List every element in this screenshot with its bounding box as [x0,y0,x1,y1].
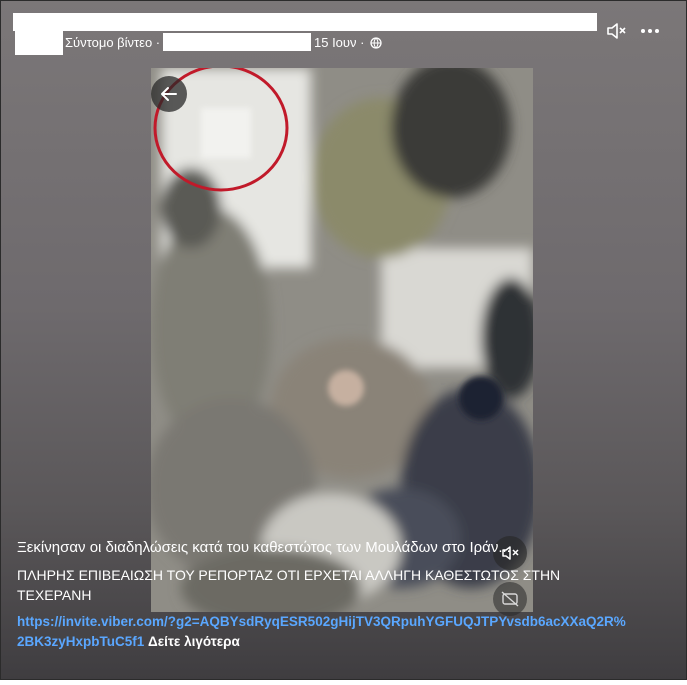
redacted-author-name [163,33,311,51]
redacted-header-bar [13,13,597,31]
globe-icon [370,37,382,49]
video-title: Ξεκίνησαν οι διαδηλώσεις κατά του καθεστ… [17,539,511,556]
post-description: ΠΛΗΡΗΣ ΕΠΙΒΕΑΙΩΣΗ ΤΟΥ ΡΕΠΟΡΤΑΖ ΟΤΙ ΕΡΧΕΤ… [17,567,561,603]
arrow-left-icon [161,87,177,101]
more-options-icon[interactable] [639,21,661,41]
short-video-label: Σύντομο βίντεο · [65,35,161,50]
see-less-link[interactable]: Δείτε λιγότερα [148,634,240,649]
back-button[interactable] [151,76,187,112]
viber-invite-link[interactable]: https://invite.viber.com/?g2=AQBYsdRyqES… [17,614,626,649]
post-date[interactable]: 15 Ιουν · [314,35,364,50]
video-player[interactable] [151,68,533,612]
post-link-block: https://invite.viber.com/?g2=AQBYsdRyqES… [17,612,627,652]
redacted-avatar [15,31,63,55]
speaker-muted-icon[interactable] [606,21,628,41]
video-post-card: Σύντομο βίντεο · 15 Ιουν · Ξεκίνησαν οι … [0,0,687,680]
